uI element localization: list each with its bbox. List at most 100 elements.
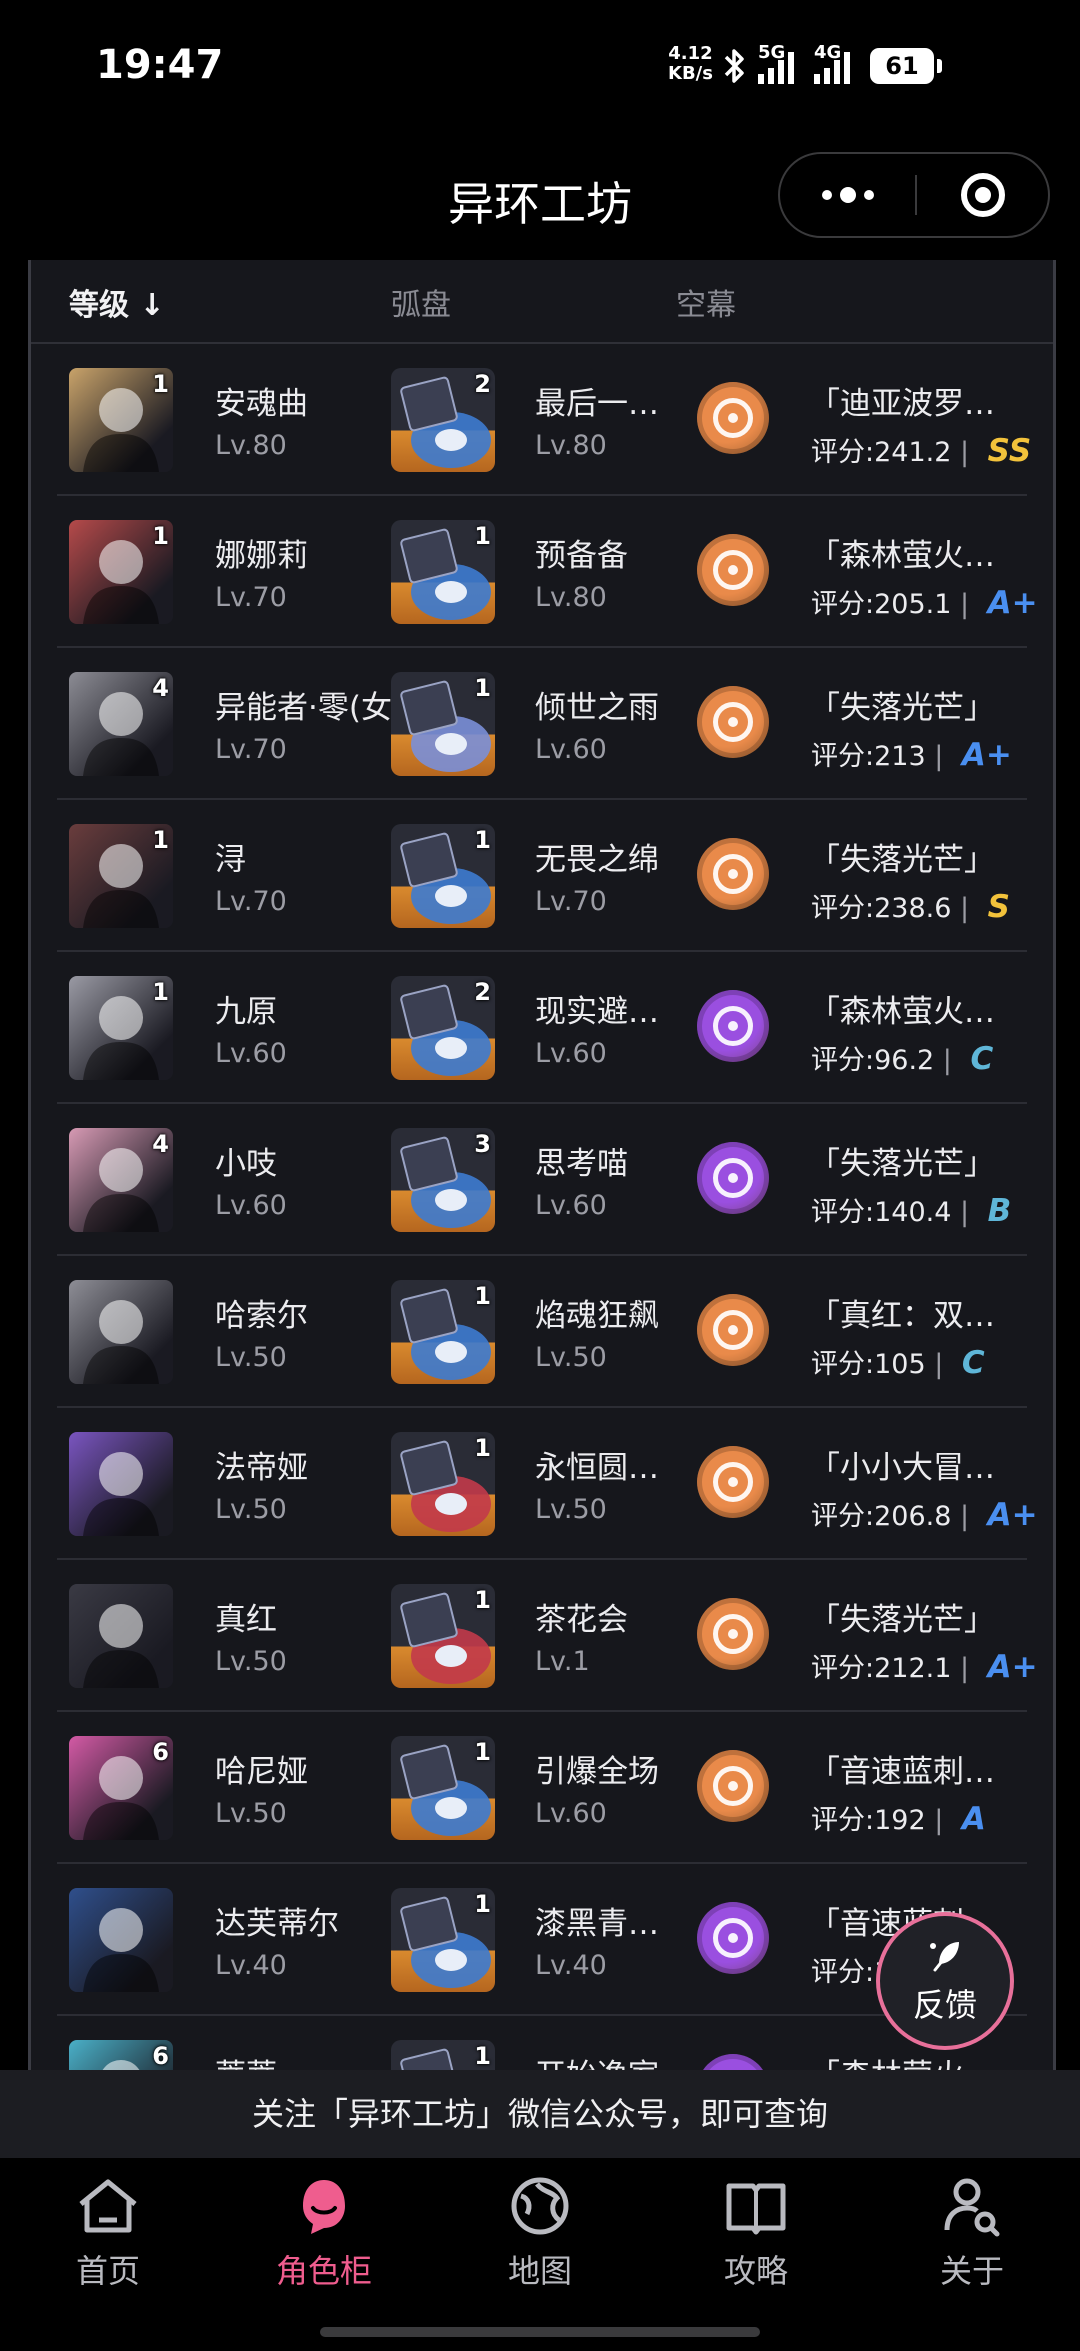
- more-button[interactable]: [780, 154, 915, 236]
- nav-item-map[interactable]: 地图: [460, 2174, 620, 2304]
- score-value: 评分:205.1: [811, 589, 952, 620]
- disc-level: Lv.40: [535, 1950, 607, 1981]
- close-button[interactable]: [917, 154, 1048, 236]
- grade-badge: S: [987, 889, 1010, 925]
- network-speed-unit: KB/s: [668, 63, 713, 84]
- character-avatar: 1: [69, 976, 173, 1080]
- character-avatar: 4: [69, 672, 173, 776]
- disc-image: 1: [391, 824, 495, 928]
- nav-item-guide[interactable]: 攻略: [676, 2174, 836, 2304]
- disc-name: 最后一…: [535, 386, 659, 422]
- subscription-notice: 关注「异环工坊」微信公众号，即可查询: [0, 2070, 1080, 2158]
- character-name: 异能者·零(女): [215, 690, 405, 726]
- feedback-label: 反馈: [912, 1986, 977, 2024]
- table-row[interactable]: 哈索尔 Lv.50 1 焰魂狂飙 Lv.50 「真红：双… 评分:105 | C: [57, 1256, 1027, 1408]
- table-row[interactable]: 6蒂蒂1开始逸室「森林萤火 |: [57, 2016, 1027, 2070]
- score-line: 评分:241.2 | SS: [811, 430, 1031, 469]
- disc-rank-badge: 1: [474, 1890, 491, 1918]
- score-value: 评分:212.1: [811, 1653, 952, 1684]
- disc-rank-badge: 1: [474, 826, 491, 854]
- disc-column-header: 弧盘: [391, 288, 451, 323]
- character-rank-badge: 1: [152, 978, 169, 1006]
- score-line: 评分:140.4 | B: [811, 1190, 1011, 1229]
- score-separator: |: [951, 1197, 978, 1228]
- signal-4g-label: 4G: [814, 42, 842, 63]
- nav-label-character-cabinet: 角色柜: [275, 2252, 372, 2290]
- score-value: 评分:206.8: [811, 1501, 952, 1532]
- mini-program-capsule: [778, 152, 1050, 238]
- nav-label-about: 关于: [939, 2252, 1004, 2290]
- table-row[interactable]: 6 哈尼娅 Lv.50 1 引爆全场 Lv.60 「音速蓝刺… 评分:192 | A: [57, 1712, 1027, 1864]
- character-name: 安魂曲: [215, 386, 308, 422]
- nav-label-map: 地图: [507, 2252, 572, 2290]
- table-row[interactable]: 真红 Lv.50 1 茶花会 Lv.1 「失落光芒」 评分:212.1 | A+: [57, 1560, 1038, 1712]
- score-value: 评分:140.4: [811, 1197, 952, 1228]
- table-row[interactable]: 1 安魂曲 Lv.80 2 最后一… Lv.80 「迪亚波罗… 评分:241.2 | SS: [57, 344, 1031, 496]
- disc-rank-badge: 1: [474, 522, 491, 550]
- score-value: 评分:238.6: [811, 893, 952, 924]
- disc-rank-badge: 1: [474, 1586, 491, 1614]
- table-row[interactable]: 1 浔 Lv.70 1 无畏之绵 Lv.70 「失落光芒」 评分:238.6 | S: [57, 800, 1027, 952]
- disc-name: 漆黑青…: [535, 1906, 659, 1942]
- character-avatar: [69, 1888, 173, 1992]
- space-name: 「失落光芒」: [809, 1602, 995, 1638]
- space-medal-icon: [697, 1902, 769, 1974]
- disc-image: 1: [391, 672, 495, 776]
- disc-level: Lv.60: [535, 734, 607, 765]
- book-icon: [726, 2183, 786, 2235]
- disc-image: 1: [391, 520, 495, 624]
- character-avatar: 1: [69, 368, 173, 472]
- grade-badge: SS: [987, 433, 1032, 469]
- disc-rank-badge: 1: [474, 1434, 491, 1462]
- character-level: Lv.70: [215, 886, 287, 917]
- table-row[interactable]: 1 娜娜莉 Lv.70 1 预备备 Lv.80 「森林萤火… 评分:205.1 | A+: [57, 496, 1038, 648]
- score-separator: |: [951, 1501, 978, 1532]
- more-dot-icon: [821, 190, 832, 200]
- character-level: Lv.60: [215, 1190, 287, 1221]
- disc-image: 1: [391, 1736, 495, 1840]
- character-icon: [303, 2180, 345, 2234]
- space-column-header: 空幕: [676, 288, 736, 323]
- score-line: 评分:213 | A+: [811, 734, 1012, 773]
- score-separator: |: [925, 1805, 952, 1836]
- character-rank-badge: 6: [152, 1738, 169, 1766]
- disc-name: 开始逸室: [535, 2050, 659, 2070]
- table-row[interactable]: 4 异能者·零(女) Lv.70 1 倾世之雨 Lv.60 「失落光芒」 评分:213 | A…: [57, 648, 1027, 800]
- nav-item-home[interactable]: 首页: [28, 2174, 188, 2304]
- character-avatar: 1: [69, 824, 173, 928]
- clock: 19:47: [96, 42, 224, 88]
- score-value: 评分:105: [811, 1349, 926, 1380]
- nav-item-about[interactable]: 关于: [892, 2174, 1052, 2304]
- grade-badge: C: [961, 1345, 985, 1381]
- character-avatar: [69, 1584, 173, 1688]
- disc-level: Lv.50: [535, 1342, 607, 1373]
- disc-name: 焰魂狂飙: [535, 1298, 659, 1334]
- space-name: 「失落光芒」: [809, 690, 995, 726]
- disc-name: 茶花会: [535, 1602, 628, 1638]
- disc-level: Lv.60: [535, 1190, 607, 1221]
- nav-item-character-cabinet[interactable]: 角色柜: [244, 2174, 404, 2304]
- character-name: 浔: [215, 842, 246, 878]
- space-name: 「森林萤火…: [809, 994, 995, 1030]
- character-name: 真红: [215, 1602, 277, 1638]
- sort-level-header[interactable]: 等级 ↓: [69, 280, 165, 324]
- disc-image: 1: [391, 1584, 495, 1688]
- network-speed: 4.12 KB/s: [668, 44, 713, 84]
- character-avatar: [69, 1280, 173, 1384]
- table-row[interactable]: 4 小吱 Lv.60 3 思考喵 Lv.60 「失落光芒」 评分:140.4 | B: [57, 1104, 1027, 1256]
- disc-image: 1: [391, 1280, 495, 1384]
- score-separator: |: [925, 1349, 952, 1380]
- character-level: Lv.40: [215, 1950, 287, 1981]
- feedback-button[interactable]: 反馈: [876, 1912, 1014, 2050]
- table-row[interactable]: 法帝娅 Lv.50 1 永恒圆… Lv.50 「小小大冒… 评分:206.8 | A+: [57, 1408, 1038, 1560]
- score-separator: |: [951, 437, 978, 468]
- grade-badge: A: [961, 1801, 986, 1837]
- character-level: Lv.80: [215, 430, 287, 461]
- disc-level: Lv.80: [535, 582, 607, 613]
- character-rank-badge: 1: [152, 522, 169, 550]
- more-dot-icon: [839, 187, 856, 203]
- disc-image: 1: [391, 2040, 495, 2070]
- grade-badge: A+: [961, 737, 1012, 773]
- character-name: 哈索尔: [215, 1298, 308, 1334]
- table-row[interactable]: 1 九原 Lv.60 2 现实避… Lv.60 「森林萤火… 评分:96.2 | C: [57, 952, 1027, 1104]
